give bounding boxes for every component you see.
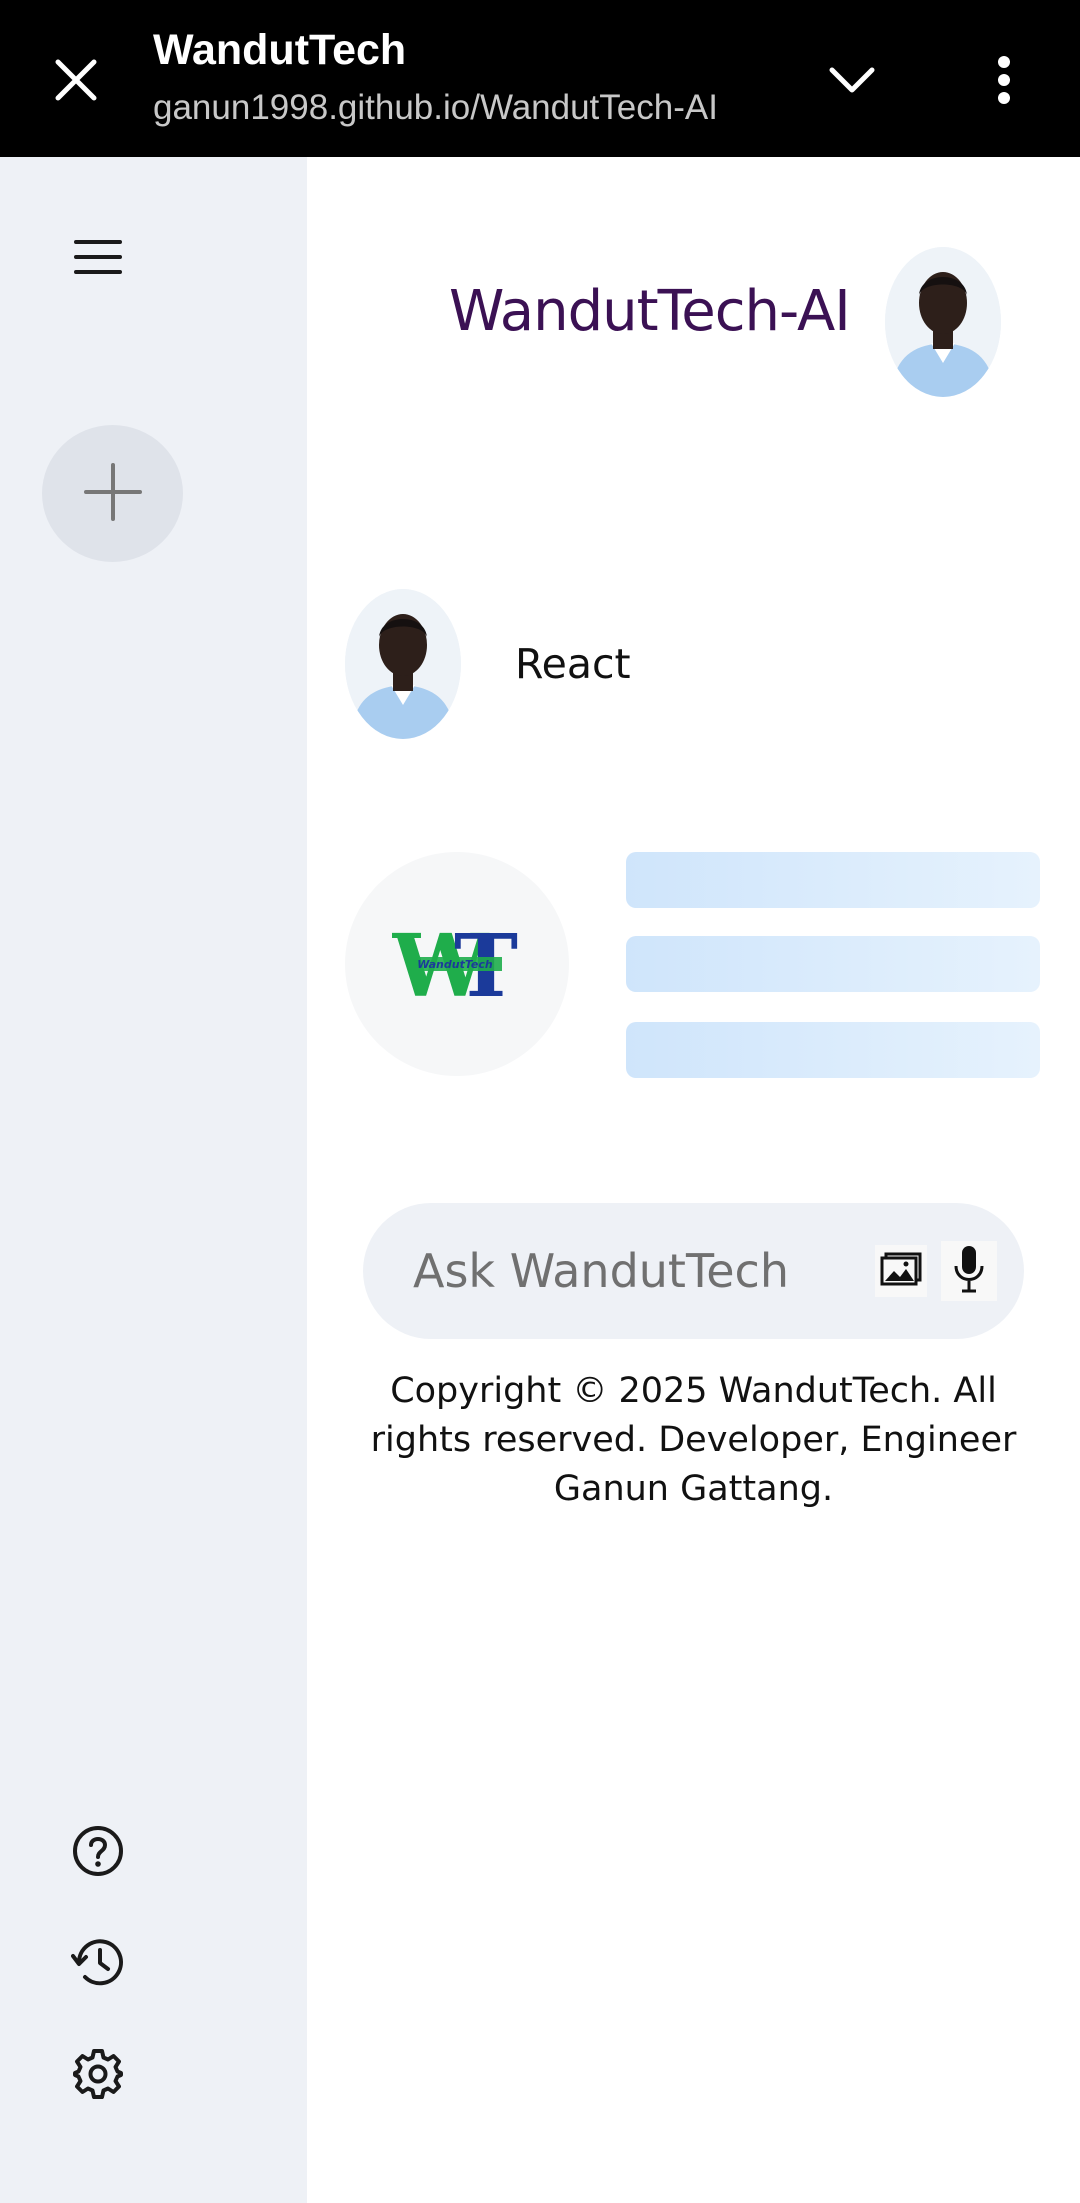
history-button[interactable] <box>63 1929 133 1999</box>
gear-icon <box>72 2048 124 2104</box>
chat-main: WandutTech-AI React W T WandutTech Ask W… <box>307 157 1080 2203</box>
close-icon <box>54 58 98 106</box>
user-message: React <box>515 640 631 688</box>
expand-button[interactable] <box>820 50 884 114</box>
user-avatar <box>345 589 461 739</box>
plus-icon <box>83 462 143 526</box>
header-avatar <box>885 247 1001 397</box>
browser-url[interactable]: ganun1998.github.io/WandutTech-AI <box>153 88 718 128</box>
loading-bar <box>626 1022 1040 1078</box>
close-button[interactable] <box>46 52 106 112</box>
more-options-button[interactable] <box>972 50 1036 114</box>
bot-logo: W T WandutTech <box>345 852 569 1076</box>
help-icon <box>72 1825 124 1881</box>
prompt-input[interactable] <box>413 1231 843 1311</box>
image-icon <box>880 1252 922 1290</box>
page-title: WandutTech-AI <box>449 279 851 344</box>
browser-title: WandutTech <box>153 26 407 74</box>
help-button[interactable] <box>63 1818 133 1888</box>
loading-bar <box>626 936 1040 992</box>
browser-toolbar: WandutTech ganun1998.github.io/WandutTec… <box>0 0 1080 157</box>
sidebar <box>0 157 307 2203</box>
microphone-button[interactable] <box>941 1241 997 1301</box>
microphone-icon <box>952 1244 986 1298</box>
sidebar-menu-button[interactable] <box>63 229 133 289</box>
loading-bar <box>626 852 1040 908</box>
chevron-down-icon <box>829 66 875 98</box>
history-icon <box>71 1936 125 1992</box>
hamburger-icon <box>74 239 122 279</box>
bot-logo-subtext: WandutTech <box>417 958 493 971</box>
settings-button[interactable] <box>63 2041 133 2111</box>
copyright-text: Copyright © 2025 WandutTech. All rights … <box>370 1371 1017 1509</box>
prompt-box <box>363 1203 1024 1339</box>
more-vertical-icon <box>997 56 1011 108</box>
new-chat-button[interactable] <box>42 425 183 562</box>
image-upload-button[interactable] <box>875 1245 927 1297</box>
